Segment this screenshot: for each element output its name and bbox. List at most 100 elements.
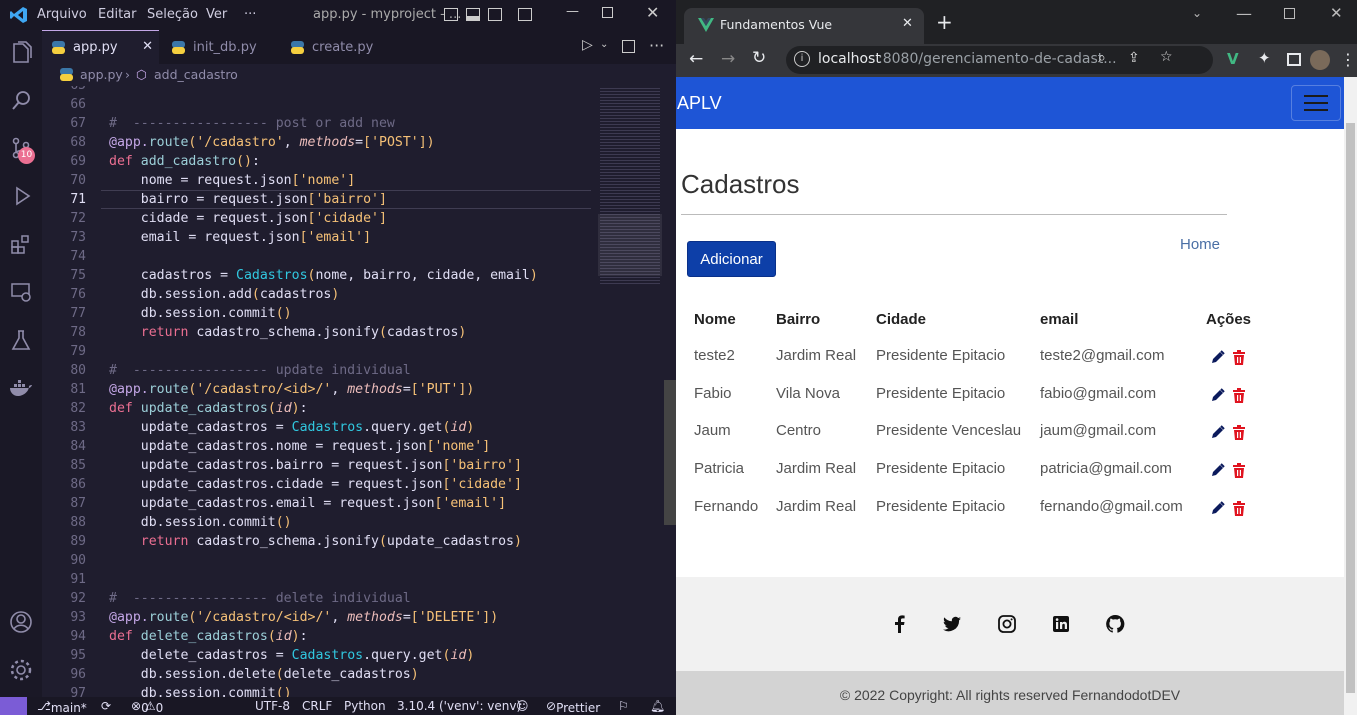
prettier-status[interactable]: ⊘ Prettier [546,699,600,715]
tab-search-icon[interactable]: ⌄ [1192,6,1202,20]
line-number: 88 [70,515,86,530]
reload-icon[interactable]: ↻ [752,48,766,68]
code-editor[interactable]: 65 66 67 68 69 70 71 72 73 74 75 76 77 78 79 80 81 82 83 84… [42,86,676,697]
minimap[interactable] [598,86,662,296]
github-icon[interactable] [1105,614,1125,634]
delete-trash-icon[interactable] [1232,425,1246,441]
tab-close-icon[interactable]: ✕ [142,39,153,54]
vue-devtools-icon[interactable]: V [1227,50,1239,68]
side-panel-icon[interactable] [1287,53,1301,66]
address-bar[interactable]: i localhost :8080/gerenciamento-de-cadas… [786,46,1213,74]
explorer-icon[interactable] [7,38,35,66]
branch-status[interactable]: ⎇ main* [37,699,87,715]
account-icon[interactable] [7,608,35,636]
forward-icon[interactable]: → [721,49,735,69]
problems-status[interactable]: ⊗ 0 ⚠ 0 [131,699,163,715]
delete-trash-icon[interactable] [1232,500,1246,516]
remote-indicator[interactable] [0,697,27,715]
docker-icon[interactable] [7,374,35,402]
close-tab-icon[interactable]: ✕ [902,16,913,31]
breadcrumb-symbol[interactable]: add_cadastro [154,67,238,82]
editor-scrollbar[interactable] [664,380,676,525]
home-link[interactable]: Home [1180,236,1220,253]
page-scrollbar[interactable] [1344,77,1357,715]
hamburger-bar [1304,102,1328,104]
language-status[interactable]: Python [344,699,386,713]
run-file-icon[interactable]: ▷ [582,37,593,53]
menu-more[interactable]: ··· [244,7,256,22]
customize-layout-icon[interactable] [518,8,532,21]
twitter-icon[interactable] [942,614,962,634]
menu-arquivo[interactable]: Arquivo [37,7,87,22]
run-debug-icon[interactable] [7,182,35,210]
tab-create-py[interactable]: create.py [281,30,391,64]
tab-init-db-py[interactable]: init_db.py [162,30,278,64]
delete-trash-icon[interactable] [1232,387,1246,403]
close-icon[interactable]: ✕ [646,3,659,22]
testing-icon[interactable] [7,326,35,354]
bookmark-star-icon[interactable]: ☆ [1160,49,1173,65]
delete-trash-icon[interactable] [1232,350,1246,365]
minimize-icon[interactable]: — [1236,4,1252,23]
zoom-icon[interactable]: ⌕ [1098,50,1106,66]
edit-pencil-icon[interactable] [1210,387,1225,403]
search-icon[interactable] [7,86,35,114]
navbar-brand[interactable]: APLV [677,93,722,114]
close-window-icon[interactable]: ✕ [1330,4,1343,22]
toggle-secondary-sidebar-icon[interactable] [488,8,502,21]
delete-trash-icon[interactable] [1232,463,1246,479]
edit-pencil-icon[interactable] [1210,350,1225,365]
linkedin-icon[interactable] [1051,614,1071,634]
method-icon: ⬡ [136,67,147,82]
navbar: APLV [676,77,1344,129]
tab-label: app.py [73,40,118,55]
more-actions-icon[interactable]: ··· [649,36,664,55]
edit-pencil-icon[interactable] [1210,425,1225,440]
cell-cidade: Presidente Epitacio [876,497,1006,515]
facebook-icon[interactable] [890,614,910,634]
feedback-icon[interactable]: ⚐ [618,699,629,713]
extensions-icon[interactable]: ✦ [1258,49,1271,67]
edit-pencil-icon[interactable] [1210,463,1225,478]
add-button[interactable]: Adicionar [687,241,776,277]
edit-pencil-icon[interactable] [1210,501,1225,516]
split-editor-icon[interactable] [622,40,635,53]
avatar[interactable] [1310,50,1330,70]
scrollbar-thumb[interactable] [1346,123,1355,693]
run-dropdown-icon[interactable]: ⌄ [600,39,608,50]
browser-tab[interactable]: Fundamentos Vue ✕ [684,8,924,44]
prettier-label: Prettier [556,701,601,715]
menu-ver[interactable]: Ver [206,7,227,22]
instagram-icon[interactable] [997,614,1017,634]
maximize-icon[interactable] [1284,8,1295,19]
tab-app-py[interactable]: app.py ✕ [42,30,159,64]
browser-menu-icon[interactable]: ⋮ [1340,50,1356,69]
share-icon[interactable]: ⇪ [1128,50,1140,66]
copilot-icon[interactable]: ☺ [516,699,529,713]
eol-status[interactable]: CRLF [302,699,332,713]
encoding-status[interactable]: UTF-8 [255,699,290,713]
minimize-icon[interactable]: — [566,4,579,19]
breadcrumb-separator: › [125,67,130,82]
remote-explorer-icon[interactable] [7,278,35,306]
status-bar: ⎇ main* ⟳ ⊗ 0 ⚠ 0 UTF-8 CRLF Python 3.10.4… [0,697,676,715]
sync-icon[interactable]: ⟳ [101,699,111,713]
site-info-icon[interactable]: i [794,51,810,67]
menu-editar[interactable]: Editar [98,7,137,22]
notifications-icon[interactable]: 🔔︎ [650,699,665,713]
toggle-sidebar-icon[interactable] [444,8,458,21]
back-icon[interactable]: ← [689,49,703,69]
menu-selecao[interactable]: Seleção [147,7,198,22]
error-count: 0 [141,701,149,715]
extensions-icon[interactable] [7,230,35,258]
cell-bairro: Jardim Real [776,347,857,364]
navbar-toggler[interactable] [1291,85,1341,121]
breadcrumb-file[interactable]: app.py [80,67,123,82]
maximize-icon[interactable] [602,7,613,18]
toggle-panel-icon[interactable] [466,8,480,21]
interpreter-status[interactable]: 3.10.4 ('venv': venv) [397,699,521,713]
settings-gear-icon[interactable] [7,656,35,684]
new-tab-icon[interactable]: + [936,10,953,34]
source-control-icon[interactable]: 10 [7,134,35,164]
browser-tab-strip: Fundamentos Vue ✕ + ⌄ — ✕ [676,0,1357,44]
